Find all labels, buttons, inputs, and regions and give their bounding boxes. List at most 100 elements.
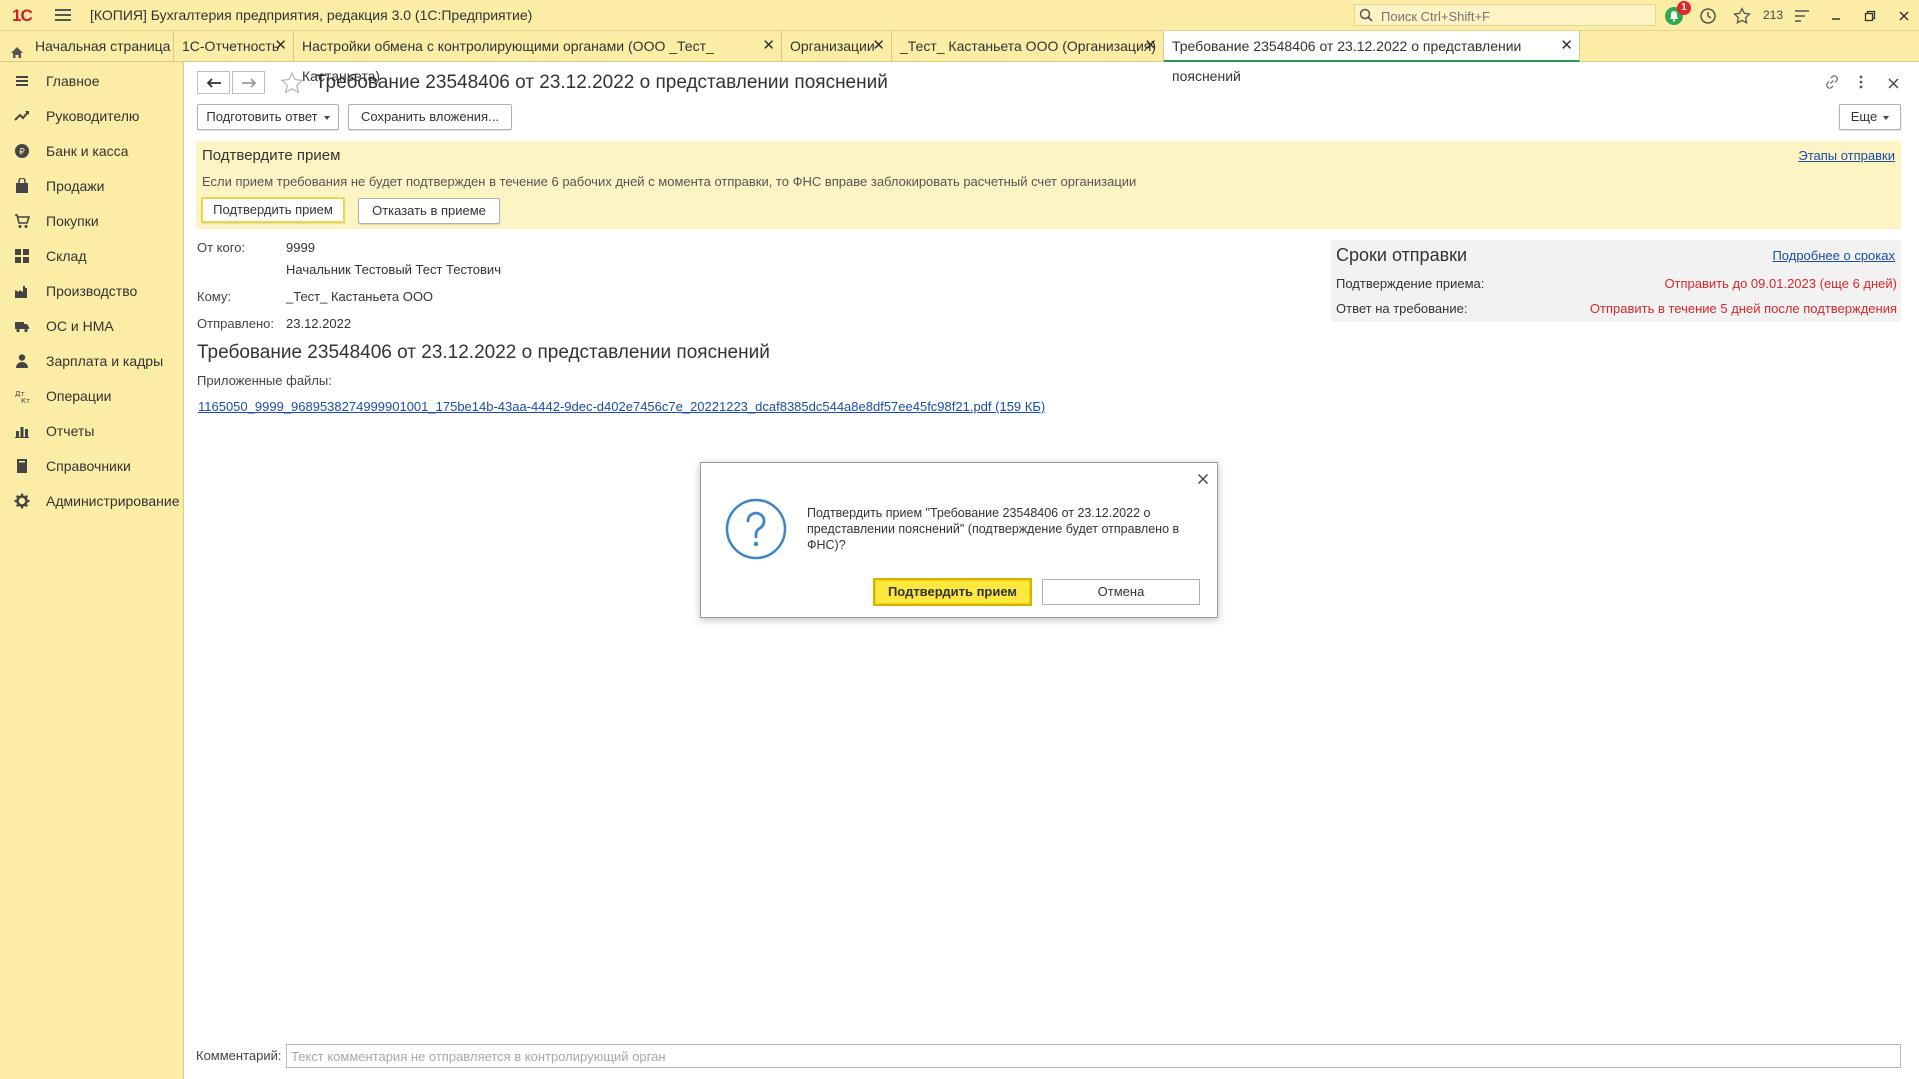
sent-label: Отправлено: xyxy=(197,316,275,331)
person-icon xyxy=(14,353,30,369)
sidebar-item-catalogs[interactable]: Справочники xyxy=(0,451,184,481)
to-value: _Тест_ Кастаньета ООО xyxy=(286,289,434,304)
chevron-down-icon xyxy=(1883,115,1890,120)
sidebar-item-label: Главное xyxy=(46,73,100,89)
button-label: Подтвердить прием xyxy=(213,202,333,217)
close-form-icon[interactable] xyxy=(1888,76,1899,92)
page-title: Требование 23548406 от 23.12.2022 о пред… xyxy=(315,72,888,93)
sidebar-item-fixed-assets[interactable]: ОС и НМА xyxy=(0,311,184,341)
factory-icon xyxy=(14,283,30,299)
sidebar-item-operations[interactable]: Дт Кт Операции xyxy=(0,381,184,411)
close-window-icon[interactable] xyxy=(1893,5,1915,27)
search-input[interactable] xyxy=(1379,6,1653,26)
close-tab-icon[interactable]: ✕ xyxy=(872,31,885,61)
from-code: 9999 xyxy=(286,240,315,255)
back-button[interactable] xyxy=(197,71,230,94)
grid-icon xyxy=(14,248,30,264)
sidebar-item-label: Операции xyxy=(46,388,112,404)
deadline-row-label: Ответ на требование: xyxy=(1336,301,1468,316)
main-menu-icon[interactable] xyxy=(55,9,71,21)
deadlines-title: Сроки отправки xyxy=(1336,245,1468,265)
forward-button[interactable] xyxy=(232,71,265,94)
requirement-heading: Требование 23548406 от 23.12.2022 о пред… xyxy=(197,342,770,363)
link-icon[interactable] xyxy=(1824,74,1840,93)
close-dialog-icon[interactable] xyxy=(1197,469,1209,490)
favorites-count: 213 xyxy=(1763,8,1784,22)
sidebar-item-label: Банк и касса xyxy=(46,143,129,159)
attachment-file-link[interactable]: 1165050_9999_9689538274999901001_175be14… xyxy=(198,399,1045,414)
sidebar-item-main[interactable]: Главное xyxy=(0,66,184,96)
svg-text:₽: ₽ xyxy=(19,148,25,158)
attachments-label: Приложенные файлы: xyxy=(197,373,332,388)
search-icon xyxy=(1359,8,1373,25)
button-label: Сохранить вложения... xyxy=(361,109,499,124)
more-button[interactable]: Еще xyxy=(1839,104,1901,130)
tab-label: _Тест_ Кастаньета ООО (Организация) xyxy=(900,38,1157,54)
favorites-icon[interactable] xyxy=(1731,5,1753,27)
svg-text:Кт: Кт xyxy=(21,397,30,404)
tab-reporting[interactable]: 1С-Отчетность ✕ xyxy=(174,31,294,61)
sidebar-item-salary[interactable]: Зарплата и кадры xyxy=(0,346,184,376)
panel-warning-text: Если прием требования не будет подтвержд… xyxy=(202,174,1137,189)
sidebar-item-bank[interactable]: ₽ Банк и касса xyxy=(0,136,184,166)
close-tab-icon[interactable]: ✕ xyxy=(274,31,287,61)
bar-chart-icon xyxy=(14,423,30,439)
sidebar-item-production[interactable]: Производство xyxy=(0,276,184,306)
tab-requirement[interactable]: Требование 23548406 от 23.12.2022 о пред… xyxy=(1164,31,1580,84)
close-tab-icon[interactable]: ✕ xyxy=(1560,31,1573,61)
sidebar-item-administration[interactable]: Администрирование xyxy=(0,486,184,516)
close-tab-icon[interactable]: ✕ xyxy=(762,31,775,61)
arrow-right-icon xyxy=(241,75,257,91)
more-actions-icon[interactable] xyxy=(1858,74,1864,93)
sidebar-item-purchases[interactable]: Покупки xyxy=(0,206,184,236)
save-attachments-button[interactable]: Сохранить вложения... xyxy=(348,104,512,130)
tab-org-card[interactable]: _Тест_ Кастаньета ООО (Организация) ✕ xyxy=(892,31,1164,61)
global-search[interactable] xyxy=(1354,4,1656,26)
confirm-dialog: Подтвердить прием "Требование 23548406 о… xyxy=(700,462,1218,618)
comment-input[interactable] xyxy=(286,1044,1901,1068)
menu-icon xyxy=(14,73,30,89)
dialog-cancel-button[interactable]: Отмена xyxy=(1042,579,1200,605)
comment-label: Комментарий: xyxy=(196,1048,282,1063)
question-icon xyxy=(724,497,788,564)
deadlines-details-link[interactable]: Подробнее о сроках xyxy=(1772,248,1895,263)
sidebar-item-reports[interactable]: Отчеты xyxy=(0,416,184,446)
gear-icon xyxy=(14,493,30,509)
tab-label: Требование 23548406 от 23.12.2022 о пред… xyxy=(1172,38,1522,84)
sidebar-item-management[interactable]: Руководителю xyxy=(0,101,184,131)
sending-stages-link[interactable]: Этапы отправки xyxy=(1798,148,1895,163)
bag-icon xyxy=(14,177,30,194)
tab-organizations[interactable]: Организации ✕ xyxy=(782,31,892,61)
sidebar-item-label: Отчеты xyxy=(46,423,95,439)
from-label: От кого: xyxy=(197,240,246,255)
button-label: Подготовить ответ xyxy=(206,109,318,124)
arrow-left-icon xyxy=(206,75,222,91)
sidebar-item-sales[interactable]: Продажи xyxy=(0,171,184,201)
tabs-bar: Начальная страница 1С-Отчетность ✕ Настр… xyxy=(0,31,1919,84)
book-icon xyxy=(14,458,30,474)
sidebar-item-warehouse[interactable]: Склад xyxy=(0,241,184,271)
minimize-icon[interactable] xyxy=(1825,5,1847,27)
history-icon[interactable] xyxy=(1697,5,1719,27)
from-person: Начальник Тестовый Тест Тестович xyxy=(286,262,501,277)
prepare-answer-button[interactable]: Подготовить ответ xyxy=(197,104,339,130)
confirm-receipt-button[interactable]: Подтвердить прием xyxy=(201,197,345,223)
settings-menu-icon[interactable] xyxy=(1791,5,1813,27)
deadline-row-value: Отправить до 09.01.2023 (еще 6 дней) xyxy=(1664,276,1897,291)
favorite-star-icon[interactable] xyxy=(280,71,304,98)
dialog-confirm-button[interactable]: Подтвердить прием xyxy=(873,578,1032,606)
close-tab-icon[interactable]: ✕ xyxy=(1144,31,1157,61)
tab-exchange-settings[interactable]: Настройки обмена с контролирующими орган… xyxy=(294,31,782,84)
title-bar: 1С [КОПИЯ] Бухгалтерия предприятия, реда… xyxy=(0,0,1919,31)
tab-home[interactable]: Начальная страница xyxy=(0,31,174,61)
tab-label: Организации xyxy=(790,38,875,54)
restore-icon[interactable] xyxy=(1859,5,1881,27)
sidebar-item-label: Зарплата и кадры xyxy=(46,353,164,369)
notifications-icon[interactable]: 1 xyxy=(1663,1,1691,27)
sidebar-item-label: Справочники xyxy=(46,458,131,474)
coin-icon: ₽ xyxy=(14,143,30,159)
reject-receipt-button[interactable]: Отказать в приеме xyxy=(358,198,500,224)
app-logo: 1С xyxy=(12,6,33,25)
trend-icon xyxy=(14,108,30,124)
sidebar-item-label: Склад xyxy=(46,248,87,264)
